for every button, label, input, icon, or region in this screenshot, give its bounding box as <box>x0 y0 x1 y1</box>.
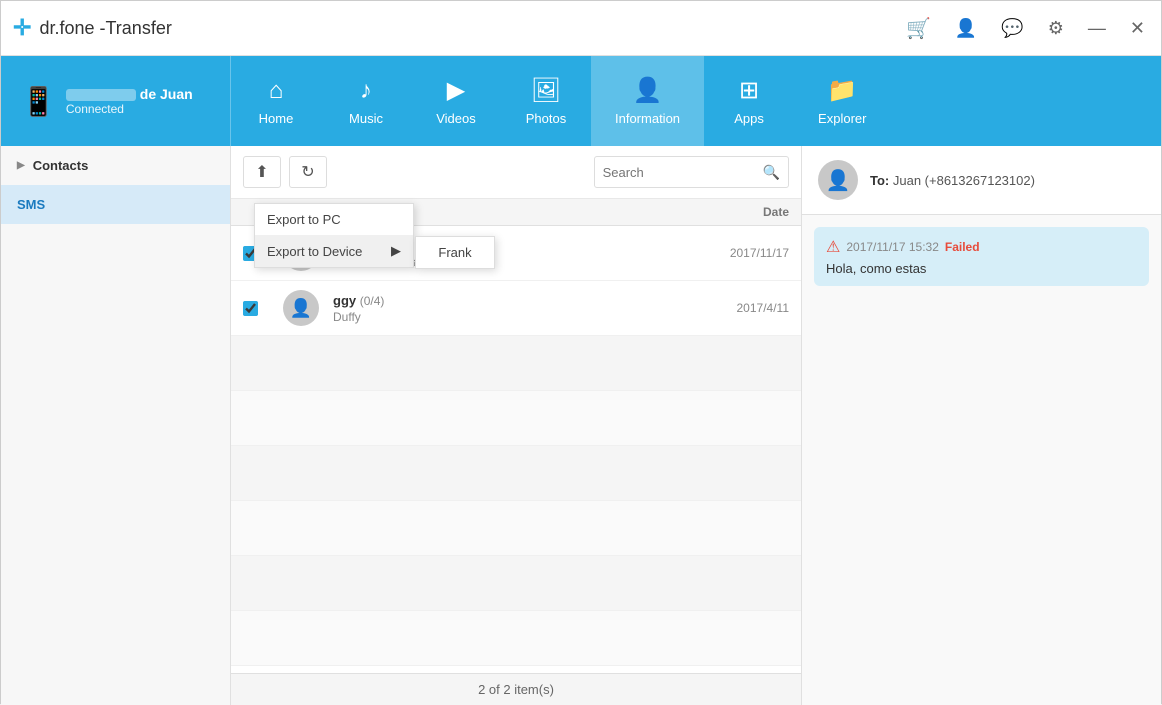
search-box: 🔍 <box>594 156 789 188</box>
message-bubble: ⚠ 2017/11/17 15:32 Failed Hola, como est… <box>814 227 1149 286</box>
contact-info-2: ggy (0/4) Duffy <box>333 293 639 324</box>
checkbox-cell-2[interactable] <box>243 301 283 316</box>
export-dropdown: Export to PC Export to Device ▶ Frank <box>254 203 414 268</box>
export-icon: ⬆ <box>255 162 268 182</box>
tab-videos[interactable]: ▶ Videos <box>411 56 501 146</box>
list-date-1: 2017/11/17 <box>639 246 789 260</box>
right-to: To: Juan (+8613267123102) <box>870 173 1035 188</box>
device-text: de Juan Connected <box>66 86 193 116</box>
export-device-submenu: Frank <box>415 236 495 269</box>
device-name-suffix: de Juan <box>140 86 193 102</box>
information-icon: 👤 <box>633 76 663 105</box>
tab-videos-label: Videos <box>436 111 476 126</box>
search-input[interactable] <box>603 165 763 180</box>
sidebar-item-sms[interactable]: SMS <box>1 185 230 224</box>
nav-tabs: ⌂ Home ♪ Music ▶ Videos 🖼 Photos 👤 Infor… <box>231 56 1161 146</box>
row-2-checkbox[interactable] <box>243 301 258 316</box>
tab-home[interactable]: ⌂ Home <box>231 56 321 146</box>
message-meta: ⚠ 2017/11/17 15:32 Failed <box>826 237 1137 257</box>
message-timestamp: 2017/11/17 15:32 <box>846 240 939 254</box>
export-button[interactable]: ⬆ Export to PC Export to Device ▶ Frank <box>243 156 281 188</box>
col-date: Date <box>639 205 789 219</box>
device-status: Connected <box>66 102 193 116</box>
footer-count: 2 of 2 item(s) <box>478 682 554 697</box>
tab-music-label: Music <box>349 111 383 126</box>
sidebar: ▶ Contacts SMS <box>1 146 231 705</box>
device-name: de Juan <box>66 86 193 102</box>
home-icon: ⌂ <box>269 77 284 105</box>
close-button[interactable]: ✕ <box>1126 14 1149 43</box>
tab-photos-label: Photos <box>526 111 566 126</box>
logo-icon: ✛ <box>13 15 31 41</box>
export-to-device-label: Export to Device <box>267 244 362 259</box>
list-item: 👤 ggy (0/4) Duffy 2017/4/11 <box>231 281 801 336</box>
refresh-icon: ↻ <box>301 162 314 182</box>
explorer-icon: 📁 <box>827 76 857 105</box>
tab-information[interactable]: 👤 Information <box>591 56 704 146</box>
contact-preview-2: Duffy <box>333 310 639 324</box>
music-icon: ♪ <box>360 77 372 105</box>
refresh-button[interactable]: ↻ <box>289 156 327 188</box>
tab-music[interactable]: ♪ Music <box>321 56 411 146</box>
search-icon: 🔍 <box>763 164 780 181</box>
tab-explorer-label: Explorer <box>818 111 866 126</box>
device-info: 📱 de Juan Connected <box>1 56 231 146</box>
submenu-arrow-icon: ▶ <box>391 243 401 259</box>
minimize-button[interactable]: — <box>1084 14 1110 43</box>
apps-icon: ⊞ <box>739 76 759 105</box>
sidebar-sms-label: SMS <box>17 197 45 212</box>
empty-row <box>231 391 801 446</box>
sidebar-contacts-label: Contacts <box>33 158 89 173</box>
videos-icon: ▶ <box>447 76 465 105</box>
tab-information-label: Information <box>615 111 680 126</box>
list-date-2: 2017/4/11 <box>639 301 789 315</box>
nav-bar: 📱 de Juan Connected ⌂ Home ♪ Music ▶ Vid… <box>1 56 1161 146</box>
tab-apps[interactable]: ⊞ Apps <box>704 56 794 146</box>
right-panel-header: 👤 To: Juan (+8613267123102) <box>802 146 1161 215</box>
tab-photos[interactable]: 🖼 Photos <box>501 56 591 146</box>
submenu-frank-item[interactable]: Frank <box>416 237 494 268</box>
to-label: To: <box>870 173 889 188</box>
error-icon: ⚠ <box>826 237 840 257</box>
title-bar-right: 🛒 👤 💬 ⚙ — ✕ <box>902 12 1149 45</box>
message-text: Hola, como estas <box>826 261 1137 276</box>
chevron-right-icon: ▶ <box>17 160 25 171</box>
cart-button[interactable]: 🛒 <box>902 12 935 45</box>
main-area: ▶ Contacts SMS ⬆ Export to PC Export to … <box>1 146 1161 705</box>
device-name-blurred <box>66 89 136 101</box>
tab-home-label: Home <box>259 111 294 126</box>
export-to-pc-item[interactable]: Export to PC <box>255 204 413 235</box>
tab-explorer[interactable]: 📁 Explorer <box>794 56 890 146</box>
empty-row <box>231 336 801 391</box>
empty-row <box>231 501 801 556</box>
right-avatar: 👤 <box>818 160 858 200</box>
tab-apps-label: Apps <box>734 111 764 126</box>
title-bar: ✛ dr.fone -Transfer 🛒 👤 💬 ⚙ — ✕ <box>1 1 1161 56</box>
toolbar: ⬆ Export to PC Export to Device ▶ Frank <box>231 146 801 199</box>
right-panel: 👤 To: Juan (+8613267123102) ⚠ 2017/11/17… <box>801 146 1161 705</box>
title-bar-left: ✛ dr.fone -Transfer <box>13 15 172 41</box>
profile-button[interactable]: 👤 <box>951 14 981 43</box>
content-panel: ⬆ Export to PC Export to Device ▶ Frank <box>231 146 801 705</box>
settings-button[interactable]: ⚙ <box>1044 14 1068 43</box>
list-area: 👤 Juan (0/1) Hola, como estas 2017/11/17… <box>231 226 801 673</box>
empty-row <box>231 446 801 501</box>
contact-name-2: ggy (0/4) <box>333 293 639 308</box>
list-footer: 2 of 2 item(s) <box>231 673 801 705</box>
empty-row <box>231 556 801 611</box>
sidebar-item-contacts[interactable]: ▶ Contacts <box>1 146 230 185</box>
to-contact: Juan (+8613267123102) <box>893 173 1035 188</box>
photos-icon: 🖼 <box>531 76 561 105</box>
message-status: Failed <box>945 240 980 254</box>
device-icon: 📱 <box>21 85 56 118</box>
avatar-2: 👤 <box>283 290 319 326</box>
export-to-device-item[interactable]: Export to Device ▶ Frank <box>255 235 413 267</box>
empty-row <box>231 611 801 666</box>
export-to-pc-label: Export to PC <box>267 212 341 227</box>
app-title: dr.fone -Transfer <box>39 18 171 39</box>
chat-button[interactable]: 💬 <box>997 14 1027 43</box>
